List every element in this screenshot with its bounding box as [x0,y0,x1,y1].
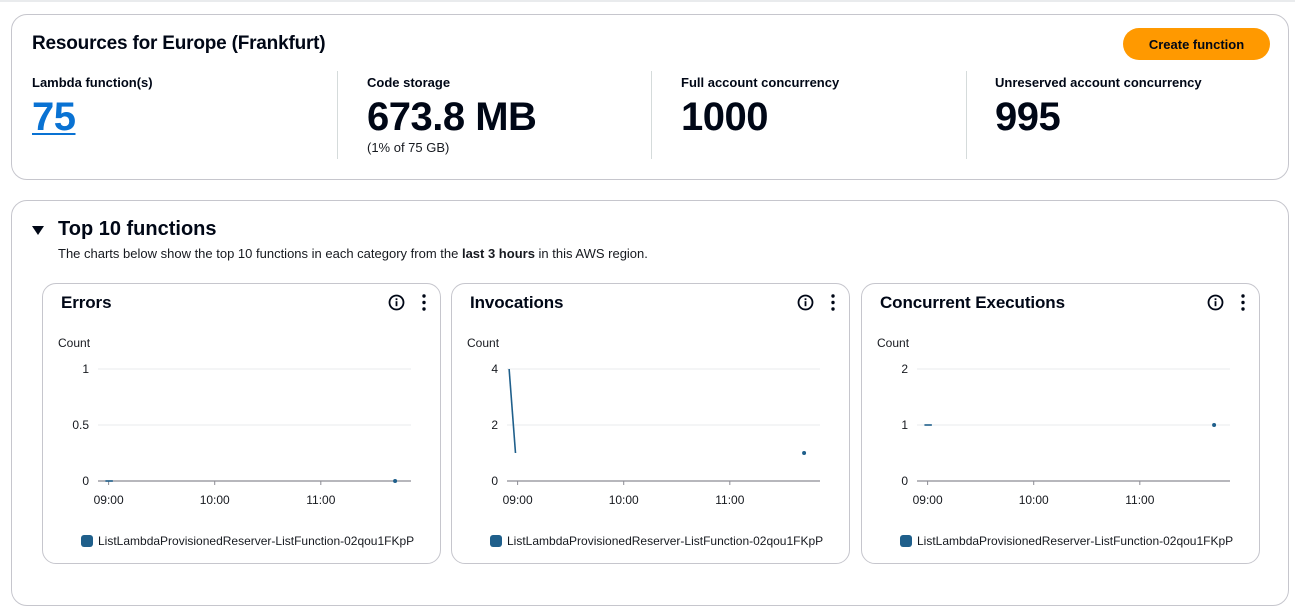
y-tick-label: 0 [491,474,498,488]
chart-card-errors: Errors Count 1 0.5 0 09:00 10:00 11:00 ListLambd… [42,283,441,564]
data-point[interactable] [802,451,807,455]
chart-title: Concurrent Executions [880,293,1065,312]
y-tick-label: 2 [901,362,908,376]
stat-full-concurrency: Full account concurrency 1000 [681,71,839,163]
stat-divider [337,71,338,159]
desc-suffix: in this AWS region. [534,246,648,261]
stat-label: Full account concurrency [681,75,840,90]
y-tick-label: 2 [491,418,498,432]
more-vertical-icon[interactable] [827,293,839,312]
x-tick-label: 09:00 [913,493,943,507]
create-function-button[interactable]: Create function [1123,28,1270,60]
chart-plot: Count 2 1 0 09:00 10:00 11:00 [877,336,1230,507]
y-tick-label: 0 [901,474,908,488]
x-tick-label: 09:00 [503,493,533,507]
chart-title: Errors [61,293,112,312]
chart-card-invocations: Invocations Count 4 2 0 09:00 10:00 11:00 ListLa… [451,283,850,564]
chart-plot: Count 1 0.5 0 09:00 10:00 11:00 [58,336,411,507]
y-tick-label: 0.5 [72,418,89,432]
lambda-count-link[interactable]: 75 [32,96,76,138]
stat-label: Code storage [367,75,451,90]
top10-title: Top 10 functions [58,218,217,240]
legend-swatch [490,535,502,547]
stat-value: 1000 [681,95,768,139]
stat-label: Lambda function(s) [32,75,153,90]
stat-code-storage: Code storage 673.8 MB (1% of 75 GB) [367,71,537,163]
y-tick-label: 4 [491,362,498,376]
desc-time-range: last 3 hours [461,246,535,261]
stat-lambda-functions: Lambda function(s) 75 [32,71,153,163]
y-tick-label: 1 [82,362,89,376]
stat-label: Unreserved account concurrency [995,75,1202,90]
series-line[interactable] [508,368,517,454]
resources-title: Resources for Europe (Frankfurt) [32,33,326,54]
top10-panel: Top 10 functions The charts below show t… [11,200,1289,606]
x-tick-label: 10:00 [1019,493,1049,507]
top-divider [0,0,1295,2]
chart-legend[interactable]: ListLambdaProvisionedReserver-ListFuncti… [81,534,421,548]
y-axis-label: Count [467,336,500,350]
resources-panel: Resources for Europe (Frankfurt) Create … [11,14,1289,180]
chart-plot: Count 4 2 0 09:00 10:00 11:00 [467,336,820,507]
more-vertical-icon[interactable] [1237,293,1249,312]
stat-divider [651,71,652,159]
chart-card-concurrent-executions: Concurrent Executions Count 2 1 0 09:00 10:00 1… [861,283,1260,564]
y-tick-label: 0 [82,474,89,488]
desc-prefix: The charts below show the top 10 functio… [58,246,462,261]
x-tick-label: 11:00 [715,493,744,507]
top10-description: The charts below show the top 10 functio… [58,246,648,261]
info-icon[interactable] [1207,294,1224,311]
stat-sub: (1% of 75 GB) [367,140,450,155]
info-icon[interactable] [797,294,814,311]
chart-legend[interactable]: ListLambdaProvisionedReserver-ListFuncti… [900,534,1240,548]
chart-title: Invocations [470,293,564,312]
info-icon[interactable] [388,294,405,311]
stat-unreserved-concurrency: Unreserved account concurrency 995 [995,71,1202,163]
x-tick-label: 11:00 [306,493,335,507]
y-tick-label: 1 [901,418,908,432]
y-axis-label: Count [877,336,910,350]
legend-swatch [81,535,93,547]
x-tick-label: 10:00 [609,493,639,507]
more-vertical-icon[interactable] [418,293,430,312]
top10-expander[interactable]: Top 10 functions [32,218,217,241]
x-tick-label: 09:00 [94,493,124,507]
stat-value: 673.8 MB [367,95,537,139]
x-tick-label: 11:00 [1125,493,1154,507]
x-tick-label: 10:00 [200,493,230,507]
legend-label: ListLambdaProvisionedReserver-ListFuncti… [507,534,824,548]
legend-label: ListLambdaProvisionedReserver-ListFuncti… [98,534,415,548]
stat-divider [966,71,967,159]
y-axis-label: Count [58,336,91,350]
legend-label: ListLambdaProvisionedReserver-ListFuncti… [917,534,1234,548]
data-point[interactable] [393,479,398,483]
data-point[interactable] [1212,423,1217,427]
chart-legend[interactable]: ListLambdaProvisionedReserver-ListFuncti… [490,534,830,548]
caret-down-icon [32,225,44,235]
legend-swatch [900,535,912,547]
stat-value: 995 [995,95,1061,139]
